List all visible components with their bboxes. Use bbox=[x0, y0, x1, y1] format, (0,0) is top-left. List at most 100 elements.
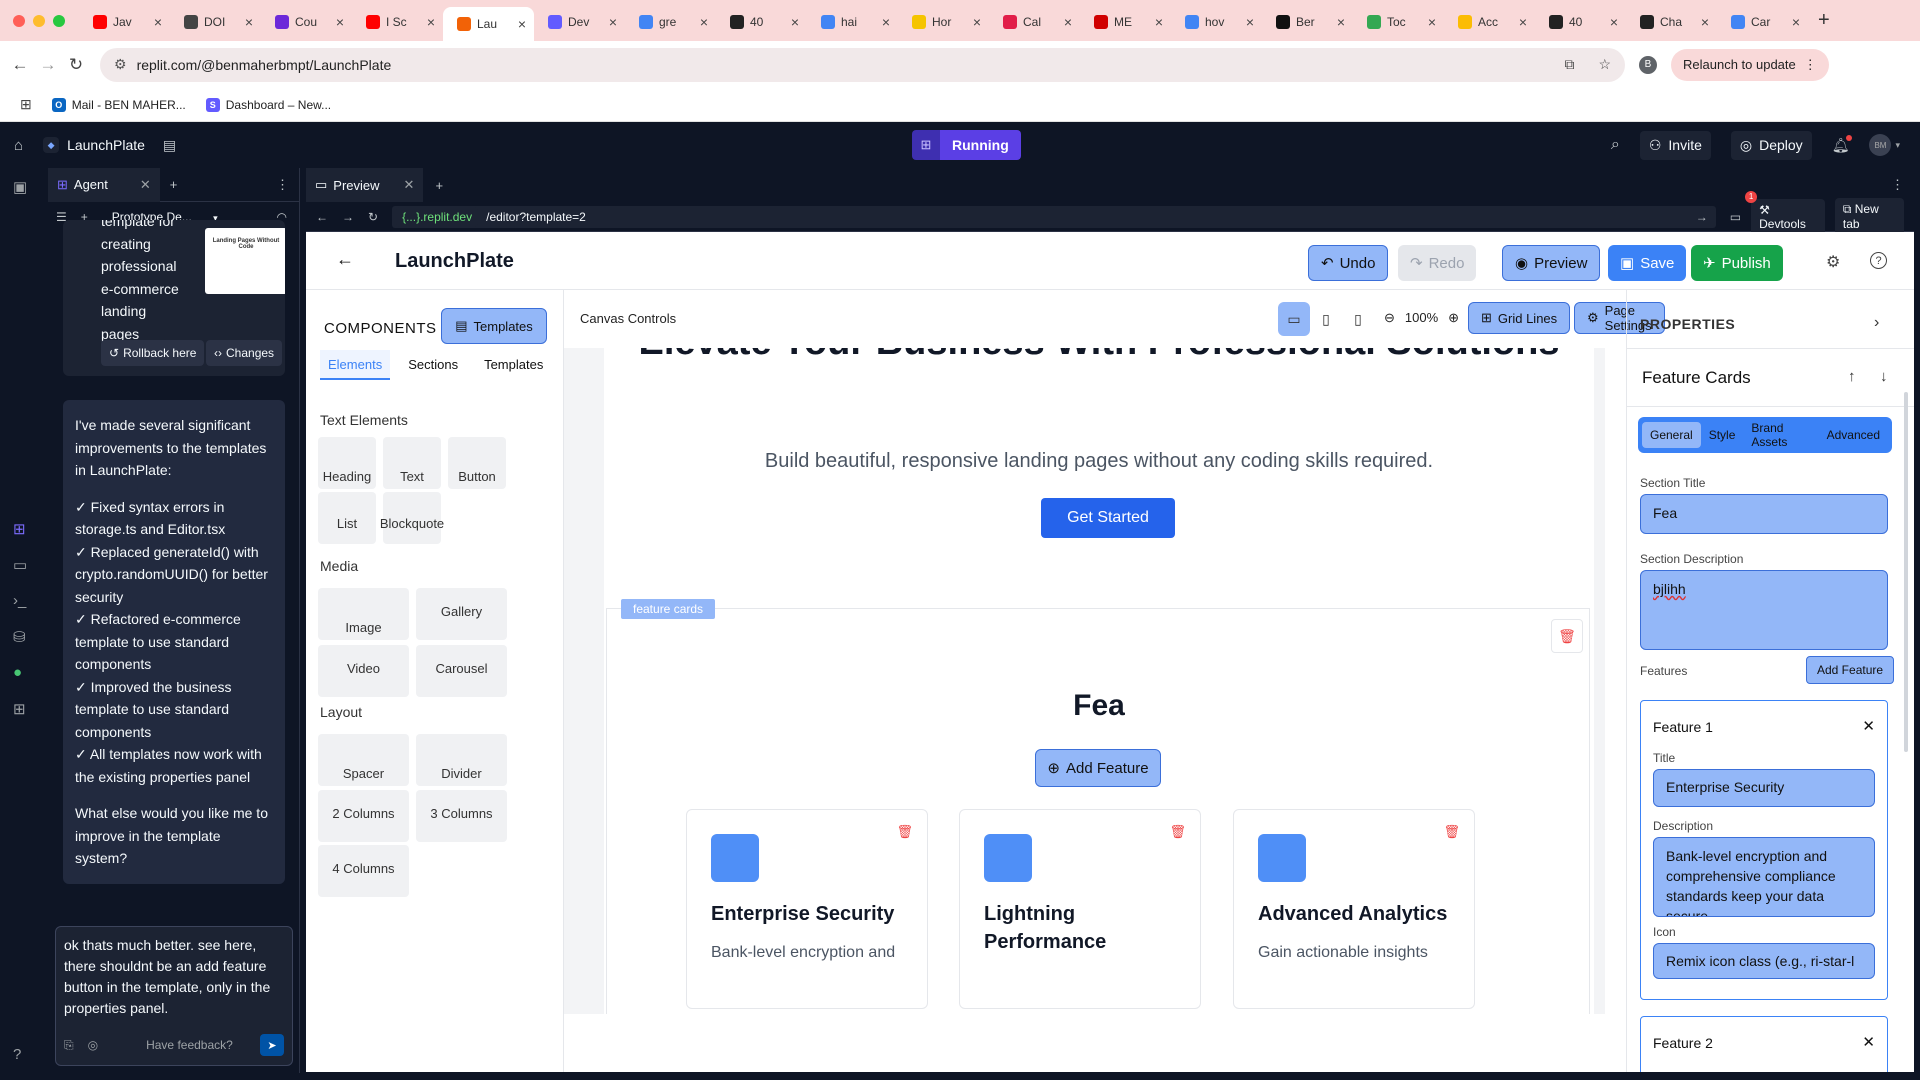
more-vert-icon[interactable]: ⋮ bbox=[1891, 177, 1904, 193]
tablet-icon[interactable]: ▯ bbox=[1310, 302, 1342, 336]
close-window-button[interactable] bbox=[13, 14, 25, 27]
zoom-in-icon[interactable]: ⊕ bbox=[1448, 310, 1459, 326]
tab-brand-assets[interactable]: Brand Assets bbox=[1743, 415, 1826, 455]
trash-icon[interactable]: 🗑︎ bbox=[1443, 824, 1460, 840]
trash-icon[interactable]: 🗑︎ bbox=[896, 824, 913, 840]
changes-button[interactable]: ‹› Changes bbox=[206, 340, 283, 366]
browser-tab[interactable]: ME × bbox=[1080, 7, 1171, 37]
maximize-window-button[interactable] bbox=[53, 14, 65, 27]
component-0[interactable]: Image bbox=[318, 588, 409, 640]
component-3[interactable]: 3 Columns bbox=[416, 790, 507, 842]
component-3[interactable]: List bbox=[318, 492, 376, 544]
undo-button[interactable]: ↶ Undo bbox=[1308, 245, 1389, 281]
invite-button[interactable]: ⚇ Invite bbox=[1639, 130, 1711, 160]
devtools-button[interactable]: ⚒ Devtools 1 bbox=[1745, 190, 1825, 235]
bookmark-star-icon[interactable]: ☆ bbox=[1598, 56, 1611, 73]
browser-tab[interactable]: 40 × bbox=[716, 7, 807, 37]
tab-preview[interactable]: ▭ Preview ✕ bbox=[306, 168, 424, 202]
close-icon[interactable]: × bbox=[427, 14, 435, 30]
tab-templates[interactable]: Templates bbox=[476, 350, 551, 380]
browser-tab[interactable]: Toc × bbox=[1353, 7, 1444, 37]
bookmark-mail[interactable]: O Mail - BEN MAHER... bbox=[51, 97, 186, 112]
preview-url-field[interactable]: {...}.replit.dev /editor?template=2 → bbox=[392, 205, 1716, 228]
component-4[interactable]: 4 Columns bbox=[318, 845, 409, 897]
reload-icon[interactable]: ↻ bbox=[62, 55, 90, 75]
close-icon[interactable]: × bbox=[245, 14, 253, 30]
close-icon[interactable]: ✕ bbox=[1862, 1033, 1875, 1051]
component-2[interactable]: Button bbox=[448, 437, 506, 489]
feature-card[interactable]: 🗑︎ Enterprise Security Bank-level encryp… bbox=[686, 809, 928, 1009]
close-icon[interactable]: ✕ bbox=[404, 177, 415, 193]
send-button[interactable]: ➤ bbox=[260, 1034, 284, 1056]
section-description-input[interactable]: bjlihh bbox=[1640, 570, 1888, 650]
minimize-window-button[interactable] bbox=[33, 14, 45, 27]
chevron-right-icon[interactable]: › bbox=[1874, 314, 1879, 332]
bookmark-dashboard[interactable]: S Dashboard – New... bbox=[205, 97, 331, 112]
browser-tab[interactable]: Cou × bbox=[261, 7, 352, 37]
reload-icon[interactable]: ↻ bbox=[368, 210, 378, 224]
close-icon[interactable]: × bbox=[882, 14, 890, 30]
close-icon[interactable]: × bbox=[336, 14, 344, 30]
add-feature-panel-button[interactable]: Add Feature bbox=[1806, 656, 1895, 684]
feedback-link[interactable]: Have feedback? bbox=[146, 1038, 233, 1052]
section-title-input[interactable]: Fea bbox=[1640, 494, 1888, 534]
publish-button[interactable]: ✈ Publish bbox=[1691, 245, 1783, 281]
browser-tab[interactable]: hai × bbox=[807, 7, 898, 37]
back-arrow-icon[interactable]: ← bbox=[316, 210, 328, 224]
search-icon[interactable]: ⌕ bbox=[1611, 136, 1620, 154]
account-menu[interactable]: BM ▾ bbox=[1869, 134, 1900, 156]
hero-subtitle[interactable]: Build beautiful, responsive landing page… bbox=[604, 450, 1594, 473]
browser-tab[interactable]: Hor × bbox=[898, 7, 989, 37]
project-title[interactable]: ◆ LaunchPlate ▤ bbox=[43, 137, 176, 154]
component-2[interactable]: Video bbox=[318, 645, 409, 697]
add-feature-button[interactable]: ⊕ Add Feature bbox=[1035, 749, 1161, 787]
chat-input[interactable]: ok thats much better. see here, there sh… bbox=[55, 926, 293, 1066]
grid-lines-button[interactable]: ⊞ Grid Lines bbox=[1468, 302, 1571, 334]
tab-advanced[interactable]: Advanced bbox=[1827, 422, 1888, 448]
section-title[interactable]: Fea bbox=[607, 689, 1591, 723]
component-4[interactable]: Blockquote bbox=[380, 492, 444, 544]
close-icon[interactable]: × bbox=[154, 14, 162, 30]
preview-icon[interactable]: ▭ bbox=[13, 556, 27, 574]
hero-title[interactable]: Elevate Your Business With Professional … bbox=[604, 348, 1594, 366]
close-icon[interactable]: × bbox=[1064, 14, 1072, 30]
close-icon[interactable]: × bbox=[973, 14, 981, 30]
properties-scrollbar[interactable] bbox=[1904, 392, 1908, 752]
browser-tab[interactable]: Lau × bbox=[443, 7, 534, 41]
feature-description-input[interactable]: Bank-level encryption and comprehensive … bbox=[1653, 837, 1875, 917]
attach-icon[interactable]: ⎘ bbox=[64, 1038, 74, 1053]
component-1[interactable]: Gallery bbox=[416, 588, 507, 640]
browser-tab[interactable]: Acc × bbox=[1444, 7, 1535, 37]
deploy-button[interactable]: ◎ Deploy bbox=[1730, 130, 1812, 160]
back-arrow-icon[interactable]: ← bbox=[6, 55, 34, 75]
browser-tab[interactable]: Jav × bbox=[79, 7, 170, 37]
install-app-icon[interactable]: ⧉ bbox=[1564, 56, 1574, 73]
component-3[interactable]: Carousel bbox=[416, 645, 507, 697]
feature-card[interactable]: 🗑︎ Lightning Performance bbox=[959, 809, 1201, 1009]
all-tools-icon[interactable]: ⊞ bbox=[13, 700, 26, 718]
browser-tab[interactable]: Dev × bbox=[534, 7, 625, 37]
feature-card[interactable]: 🗑︎ Advanced Analytics Gain actionable in… bbox=[1233, 809, 1475, 1009]
browser-tab[interactable]: 40 × bbox=[1535, 7, 1626, 37]
browser-tab[interactable]: I Sc × bbox=[352, 7, 443, 37]
mobile-icon[interactable]: ▯ bbox=[1342, 302, 1374, 336]
browser-tab[interactable]: Cha × bbox=[1626, 7, 1717, 37]
url-field[interactable]: ⚙ replit.com/@benmaherbmpt/LaunchPlate ⧉… bbox=[100, 47, 1625, 82]
component-1[interactable]: Divider bbox=[416, 734, 507, 786]
close-icon[interactable]: × bbox=[1246, 14, 1254, 30]
close-icon[interactable]: × bbox=[518, 16, 526, 32]
close-icon[interactable]: × bbox=[1792, 14, 1800, 30]
apps-grid-icon[interactable]: ⊞ bbox=[20, 96, 32, 113]
move-up-icon[interactable]: ↑ bbox=[1848, 368, 1856, 385]
component-2[interactable]: 2 Columns bbox=[318, 790, 409, 842]
open-arrow-icon[interactable]: → bbox=[1696, 210, 1708, 224]
help-icon[interactable]: ? bbox=[1870, 252, 1887, 269]
rollback-button[interactable]: ↺ Rollback here bbox=[101, 340, 205, 366]
notifications-icon[interactable]: 🔔︎ bbox=[1832, 134, 1853, 154]
delete-section-icon[interactable]: 🗑︎ bbox=[1551, 619, 1583, 653]
shell-icon[interactable]: ›_ bbox=[13, 592, 26, 609]
close-icon[interactable]: × bbox=[1337, 14, 1345, 30]
relaunch-button[interactable]: Relaunch to update ⋮ bbox=[1671, 48, 1829, 81]
run-status-button[interactable]: ⊞ Running bbox=[912, 130, 1021, 160]
close-icon[interactable]: ✕ bbox=[140, 177, 151, 193]
